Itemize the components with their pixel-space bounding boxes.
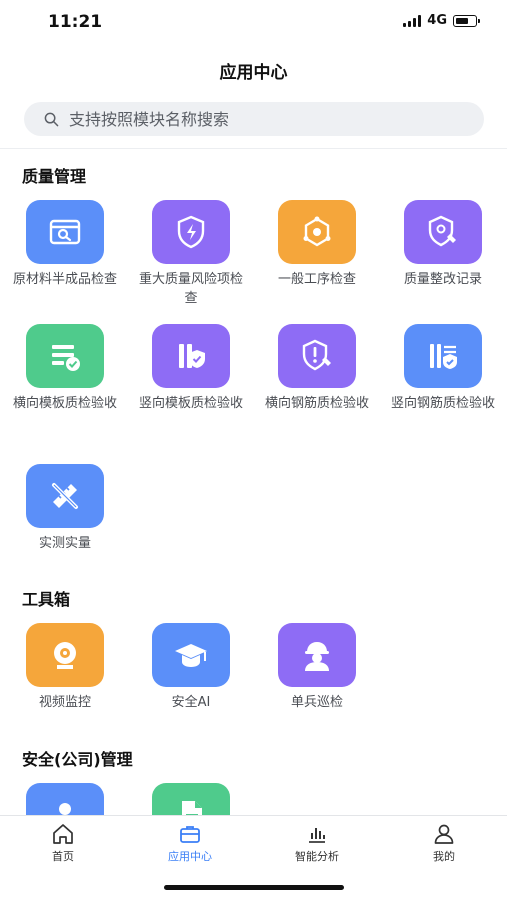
bar-chart-icon bbox=[309, 828, 325, 843]
tab-label: 我的 bbox=[433, 850, 455, 863]
process-hexagon-icon bbox=[278, 200, 356, 264]
app-process-check[interactable]: 一般工序检查 bbox=[254, 200, 380, 289]
tab-smart-analysis[interactable]: 智能分析 bbox=[254, 822, 380, 864]
section-title-toolbox: 工具箱 bbox=[22, 590, 71, 609]
app-major-risk-check[interactable]: 重大质量风险项检查 bbox=[128, 200, 254, 308]
rebar-check-icon bbox=[404, 324, 482, 388]
app-label: 原材料半成品检查 bbox=[12, 272, 117, 287]
user-icon bbox=[434, 824, 454, 844]
tab-label: 首页 bbox=[52, 850, 74, 863]
tab-home[interactable]: 首页 bbox=[0, 822, 126, 864]
app-quality-rectify[interactable]: 质量整改记录 bbox=[380, 200, 506, 289]
tab-label: 智能分析 bbox=[295, 850, 339, 863]
graduation-cap-icon bbox=[152, 623, 230, 687]
shield-edit-icon bbox=[404, 200, 482, 264]
status-bar: 11:21 4G bbox=[0, 0, 507, 44]
search-icon bbox=[44, 112, 59, 126]
document-icon bbox=[152, 783, 230, 815]
home-indicator bbox=[164, 885, 344, 890]
app-safety-person[interactable] bbox=[2, 783, 128, 815]
search-input[interactable] bbox=[67, 108, 451, 130]
app-label: 实测实量 bbox=[38, 536, 91, 551]
app-video-monitor[interactable]: 视频监控 bbox=[2, 623, 128, 712]
battery-icon bbox=[453, 14, 480, 27]
material-box-search-icon bbox=[26, 200, 104, 264]
app-list[interactable]: 质量管理 原材料半成品检查 重大质量风险项检查 一般工序检查 质量整改记录 横向… bbox=[0, 149, 507, 815]
app-label: 横向模板质检验收 bbox=[12, 396, 117, 411]
status-time: 11:21 bbox=[48, 12, 103, 32]
tab-label: 应用中心 bbox=[168, 850, 212, 863]
camera-icon bbox=[26, 623, 104, 687]
app-label: 一般工序检查 bbox=[277, 272, 356, 287]
app-label: 单兵巡检 bbox=[290, 695, 343, 710]
app-material-check[interactable]: 原材料半成品检查 bbox=[2, 200, 128, 289]
shield-alert-edit-icon bbox=[278, 324, 356, 388]
search-bar[interactable] bbox=[24, 102, 484, 136]
ruler-pencil-icon bbox=[26, 464, 104, 528]
app-label: 横向钢筋质检验收 bbox=[264, 396, 369, 411]
tab-mine[interactable]: 我的 bbox=[381, 822, 507, 864]
app-label: 视频监控 bbox=[38, 695, 91, 710]
app-safety-document[interactable] bbox=[128, 783, 254, 815]
tab-app-center[interactable]: 应用中心 bbox=[127, 822, 253, 864]
briefcase-icon bbox=[180, 826, 200, 843]
list-check-icon bbox=[26, 324, 104, 388]
app-horizontal-formwork[interactable]: 横向模板质检验收 bbox=[2, 324, 128, 413]
home-icon bbox=[53, 824, 73, 844]
app-label: 重大质量风险项检查 bbox=[138, 272, 243, 306]
app-label: 竖向模板质检验收 bbox=[138, 396, 243, 411]
app-vertical-formwork[interactable]: 竖向模板质检验收 bbox=[128, 324, 254, 413]
app-label: 质量整改记录 bbox=[403, 272, 482, 287]
app-safety-ai[interactable]: 安全AI bbox=[128, 623, 254, 712]
app-label: 竖向钢筋质检验收 bbox=[390, 396, 495, 411]
worker-helmet-icon bbox=[278, 623, 356, 687]
page-title: 应用中心 bbox=[219, 63, 288, 83]
app-actual-measurement[interactable]: 实测实量 bbox=[2, 464, 128, 553]
app-patrol-inspection[interactable]: 单兵巡检 bbox=[254, 623, 380, 712]
shield-lightning-icon bbox=[152, 200, 230, 264]
bars-check-icon bbox=[152, 324, 230, 388]
signal-icon bbox=[403, 14, 422, 27]
app-label: 安全AI bbox=[171, 695, 211, 710]
section-title-safety: 安全(公司)管理 bbox=[22, 750, 133, 769]
app-vertical-rebar[interactable]: 竖向钢筋质检验收 bbox=[380, 324, 506, 413]
app-horizontal-rebar[interactable]: 横向钢筋质检验收 bbox=[254, 324, 380, 413]
person-icon bbox=[26, 783, 104, 815]
section-title-quality: 质量管理 bbox=[22, 167, 87, 186]
network-type: 4G bbox=[427, 13, 447, 28]
